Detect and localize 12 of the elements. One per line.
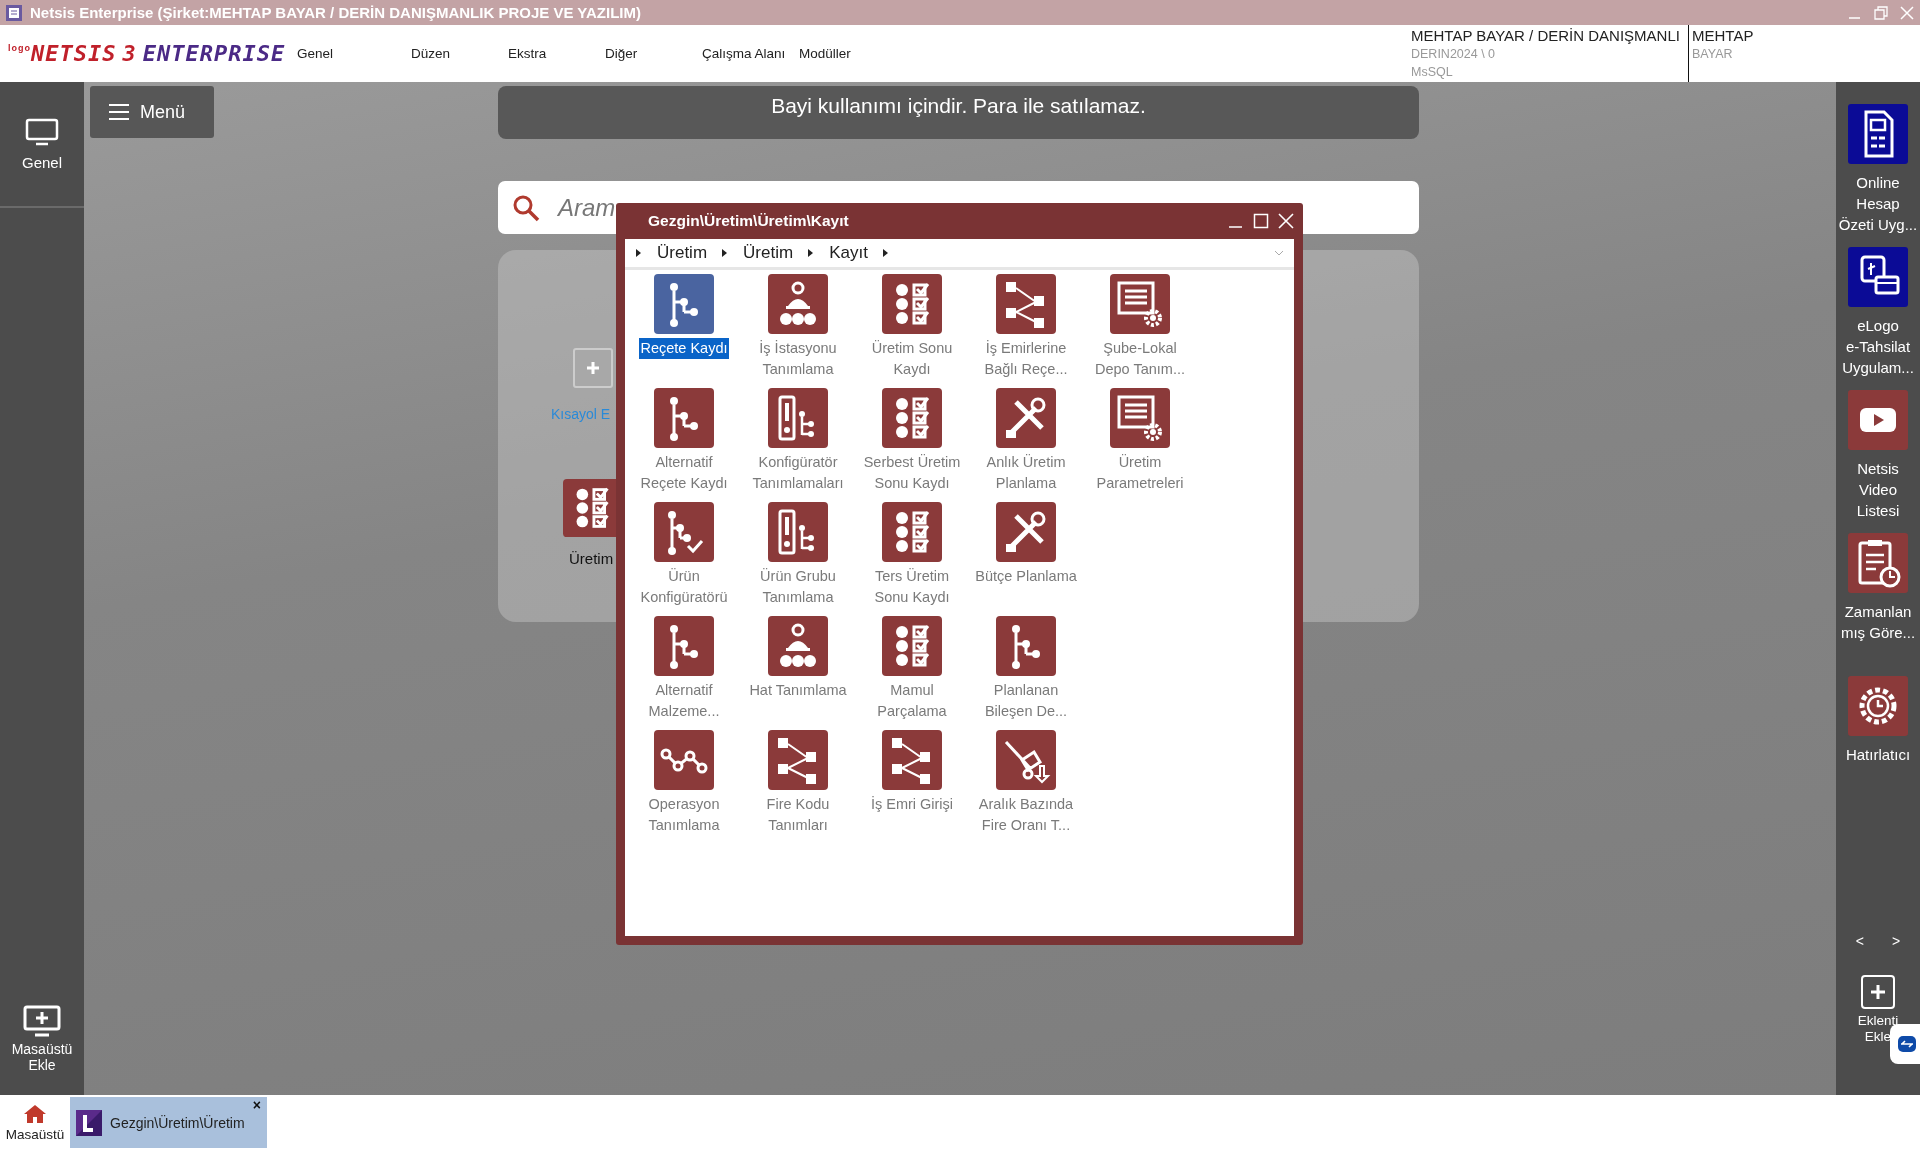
company-name: MEHTAP BAYAR / DERİN DANIŞMANLI [1411, 27, 1681, 45]
logo-version-text: 3 [122, 41, 137, 66]
logo-brand-text: NETSIS [31, 41, 117, 66]
logo-small-text: logo [8, 43, 31, 53]
notice-banner: Bayi kullanımı içindir. Para ile satılamaz. [498, 86, 1419, 139]
window-title: Netsis Enterprise (Şirket:MEHTAP BAYAR / DERİN DANIŞMANLIK PROJE VE YAZILIM) [30, 4, 642, 21]
database-name: DERIN2024 \ 0 [1411, 46, 1497, 63]
user-first-name: MEHTAP [1692, 27, 1755, 45]
dialog-title: Gezgin\Üretim\Üretim\Kayıt [648, 212, 850, 230]
user-last-name: BAYAR [1692, 46, 1734, 63]
logo-edition-text: ENTERPRISE [142, 41, 286, 66]
server-type: MsSQL [1411, 64, 1454, 81]
